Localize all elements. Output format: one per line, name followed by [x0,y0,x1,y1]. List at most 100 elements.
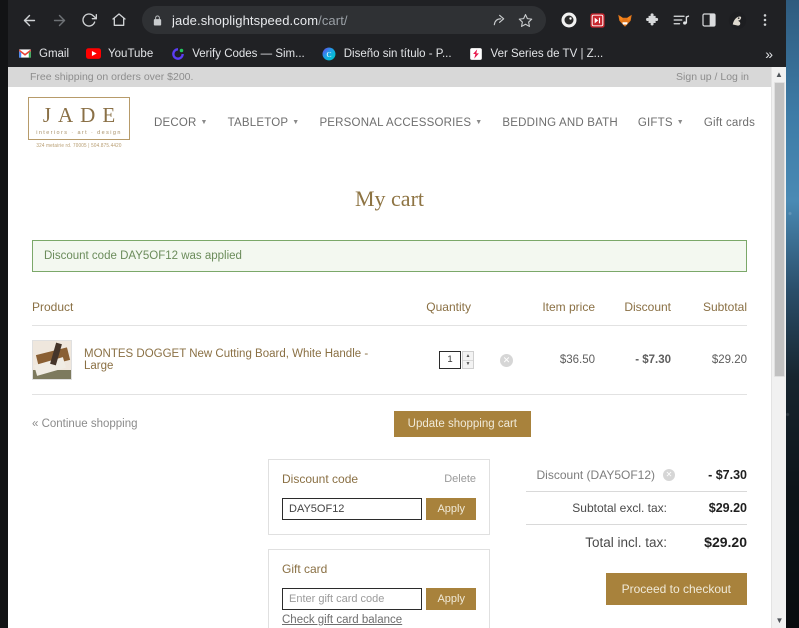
browser-toolbar: jade.shoplightspeed.com/cart/ [8,0,786,40]
cell-discount: - $7.30 [595,325,671,396]
share-icon[interactable] [488,9,510,31]
nav-item-bedding-and-bath[interactable]: BEDDING AND BATH [502,117,617,129]
site-header: JADE interiors · art · design 324 metair… [8,87,771,156]
reload-button[interactable] [74,5,104,35]
bookmark-gmail[interactable]: Gmail [17,46,69,61]
nav-label: Gift cards [703,116,756,129]
proceed-to-checkout-button[interactable]: Proceed to checkout [605,573,747,606]
discount-label: Discount (DAY5OF12) [536,468,655,483]
browser-window: jade.shoplightspeed.com/cart/ Gmail YouT… [0,0,786,628]
column-header-product: Product [32,300,395,327]
signup-login-link[interactable]: Sign up / Log in [676,71,749,83]
verify-codes-icon [170,46,185,61]
gift-card-title: Gift card [282,562,328,577]
apply-gift-card-button[interactable]: Apply [426,588,476,611]
cart-actions-row: « Continue shopping Update shopping cart [32,411,747,438]
column-header-discount: Discount [595,300,671,327]
bookmarks-bar: Gmail YouTube Verify Codes — Sim... C Di… [8,40,786,67]
bookmark-verify-codes[interactable]: Verify Codes — Sim... [170,46,305,61]
playlist-extension-icon[interactable] [668,7,694,33]
bookmark-label: Verify Codes — Sim... [192,47,305,60]
lock-icon [152,14,163,26]
logo-tagline: interiors · art · design [36,130,122,137]
nav-item-tabletop[interactable]: TABLETOP ▼ [228,117,300,129]
gift-card-input[interactable] [282,588,423,611]
bookmark-label: YouTube [108,47,154,60]
nav-item-gift-cards[interactable]: Gift cards [704,117,755,129]
site-logo[interactable]: JADE interiors · art · design 324 metair… [28,97,130,148]
nav-label: TABLETOP [227,116,289,129]
subtotal-label: Subtotal excl. tax: [572,501,667,516]
quantity-stepper[interactable]: ▲ ▼ [462,351,474,370]
discount-code-input[interactable] [282,498,423,521]
chevron-down-icon: ▼ [676,119,684,127]
chevron-down-icon: ▼ [292,119,300,127]
main-navigation: DECOR ▼ TABLETOP ▼ PERSONAL ACCESSORIES … [154,117,771,129]
stepper-down-icon[interactable]: ▼ [463,359,473,369]
check-gift-card-balance-link[interactable]: Check gift card balance [282,614,402,626]
window-left-edge [0,0,8,628]
home-button[interactable] [104,5,134,35]
remove-item-icon[interactable]: ✕ [500,353,513,367]
page-content: Free shipping on orders over $200. Sign … [8,67,771,628]
nav-item-decor[interactable]: DECOR ▼ [154,117,208,129]
chevron-down-icon: ▼ [475,119,483,127]
bookmark-series[interactable]: Ver Series de TV | Z... [469,46,603,61]
cell-item-price: $36.50 [513,325,595,396]
bookmark-label: Gmail [39,47,70,60]
stepper-up-icon[interactable]: ▲ [463,352,473,360]
youtube-icon [86,46,102,61]
nav-item-gifts[interactable]: GIFTS ▼ [638,117,684,129]
cell-product: MONTES DOGGET New Cutting Board, White H… [32,325,395,396]
nav-label: PERSONAL ACCESSORIES [319,116,472,129]
download-manager-extension-icon[interactable] [584,7,610,33]
svg-text:C: C [327,49,332,58]
metamask-fox-extension-icon[interactable] [612,7,638,33]
delete-discount-link[interactable]: Delete [444,473,476,485]
logo-box: JADE interiors · art · design [28,97,130,141]
discount-amount: - $7.30 [708,468,747,483]
three-dot-menu-icon[interactable] [750,5,780,35]
nav-label: DECOR [154,116,197,129]
apply-discount-button[interactable]: Apply [426,498,476,521]
remove-discount-icon[interactable]: ✕ [663,469,675,482]
nav-item-personal-accessories[interactable]: PERSONAL ACCESSORIES ▼ [319,117,482,129]
url-text: jade.shoplightspeed.com/cart/ [172,12,348,28]
cutting-board-thumbnail[interactable] [32,340,72,381]
discount-code-title-row: Discount code Delete [282,472,476,486]
column-header-subtotal: Subtotal [671,300,747,327]
bookmark-canva[interactable]: C Diseño sin título - P... [322,46,452,61]
announcement-bar: Free shipping on orders over $200. Sign … [8,67,771,87]
total-amount: $29.20 [704,534,747,551]
back-button[interactable] [14,5,44,35]
subtotal-amount: $29.20 [708,501,747,516]
total-label: Total incl. tax: [585,534,667,550]
totals-row-subtotal: Subtotal excl. tax: $29.20 [526,492,747,526]
address-bar[interactable]: jade.shoplightspeed.com/cart/ [142,6,546,34]
star-icon[interactable] [514,9,536,31]
adblock-extension-icon[interactable] [556,7,582,33]
totals-row-discount: Discount (DAY5OF12) ✕ - $7.30 [526,459,747,493]
forward-button[interactable] [44,5,74,35]
continue-shopping-link[interactable]: « Continue shopping [32,418,138,430]
scroll-down-arrow-icon[interactable]: ▼ [772,613,786,628]
profile-avatar-icon[interactable] [724,7,750,33]
quantity-input[interactable]: 1 [439,351,461,370]
totals-column: Discount (DAY5OF12) ✕ - $7.30 Subtotal e… [490,459,747,606]
scrollbar-thumb[interactable] [774,82,785,377]
scroll-up-arrow-icon[interactable]: ▲ [772,67,786,82]
discount-applied-alert: Discount code DAY5OF12 was applied [32,240,747,273]
cart-table-header-row: Product Quantity Item price Discount Sub… [32,300,747,327]
cart-table: Product Quantity Item price Discount Sub… [32,300,747,396]
column-header-item-price: Item price [513,300,595,327]
product-name-link[interactable]: MONTES DOGGET New Cutting Board, White H… [84,348,395,372]
puzzle-extensions-icon[interactable] [640,7,666,33]
bookmarks-overflow-button[interactable]: » [765,46,777,62]
bookmark-youtube[interactable]: YouTube [86,46,153,61]
page-scrollbar[interactable]: ▲ ▼ [771,67,786,628]
cell-quantity: 1 ▲ ▼ ✕ [395,325,513,396]
gift-card-panel: Gift card Apply Check gift card balance [268,549,490,628]
update-shopping-cart-button[interactable]: Update shopping cart [393,411,531,438]
sidebar-toggle-icon[interactable] [696,7,722,33]
cart-lower-section: Discount code Delete Apply Gift card [32,459,747,628]
